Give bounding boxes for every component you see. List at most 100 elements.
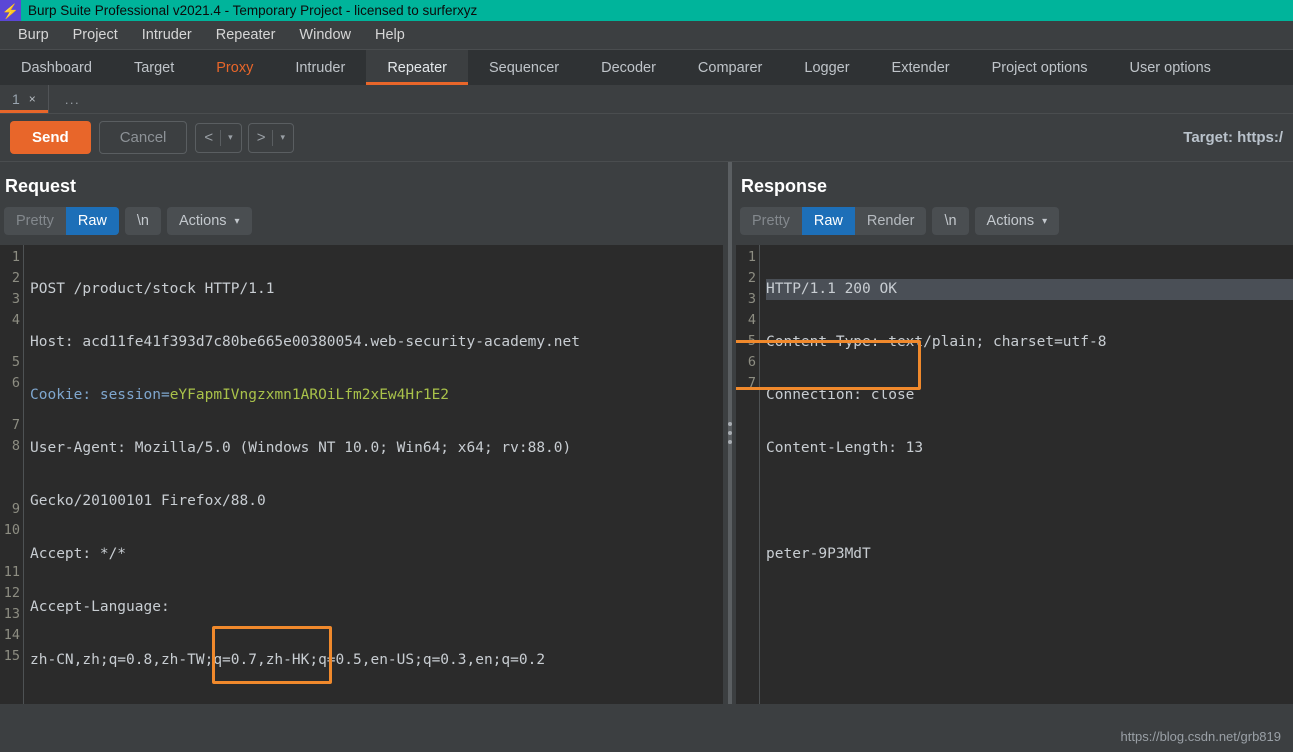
request-gutter: 1 2 3 4 5 6 7 8 9 10 11 12 bbox=[0, 245, 24, 704]
request-editor[interactable]: 1 2 3 4 5 6 7 8 9 10 11 12 bbox=[0, 245, 723, 704]
tab-dashboard[interactable]: Dashboard bbox=[0, 50, 113, 85]
chevron-down-icon[interactable]: ▾ bbox=[228, 132, 233, 143]
response-editor[interactable]: 1 2 3 4 5 6 7 HTTP/1.1 200 OK Content-Ty… bbox=[736, 245, 1293, 704]
tab-logger[interactable]: Logger bbox=[783, 50, 870, 85]
response-newline-button[interactable]: \n bbox=[932, 207, 968, 235]
request-line-6: Accept-Language: bbox=[30, 597, 723, 618]
tab-extender[interactable]: Extender bbox=[871, 50, 971, 85]
request-raw-button[interactable]: Raw bbox=[66, 207, 119, 235]
back-button[interactable]: < ▾ bbox=[195, 123, 241, 153]
request-view-toggle[interactable]: Pretty Raw bbox=[4, 207, 119, 235]
menu-item-project[interactable]: Project bbox=[61, 25, 130, 45]
line-number: 15 bbox=[0, 646, 23, 667]
response-line-6: peter-9P3MdT bbox=[766, 544, 1293, 565]
repeater-tab-1[interactable]: 1 × bbox=[0, 85, 49, 113]
request-line-4: User-Agent: Mozilla/5.0 (Windows NT 10.0… bbox=[30, 438, 723, 459]
line-number: 8 bbox=[0, 436, 23, 457]
request-controls: Pretty Raw \n Actions ▾ bbox=[0, 207, 723, 245]
response-controls: Pretty Raw Render \n Actions ▾ bbox=[736, 207, 1293, 245]
line-number: 10 bbox=[0, 520, 23, 541]
line-number: 7 bbox=[0, 415, 23, 436]
response-render-button[interactable]: Render bbox=[855, 207, 927, 235]
request-newline-button[interactable]: \n bbox=[125, 207, 161, 235]
request-line-6-cont: zh-CN,zh;q=0.8,zh-TW;q=0.7,zh-HK;q=0.5,e… bbox=[30, 650, 723, 671]
request-title: Request bbox=[0, 162, 723, 207]
line-number bbox=[0, 394, 23, 415]
lightning-bolt-icon: ⚡ bbox=[0, 0, 21, 21]
request-line-2: Host: acd11fe41f393d7c80be665e00380054.w… bbox=[30, 332, 723, 353]
splitter-handle[interactable] bbox=[728, 422, 732, 444]
line-number: 11 bbox=[0, 562, 23, 583]
panel-splitter[interactable] bbox=[723, 162, 736, 704]
response-code[interactable]: HTTP/1.1 200 OK Content-Type: text/plain… bbox=[760, 245, 1293, 704]
line-number: 4 bbox=[736, 310, 759, 331]
watermark: https://blog.csdn.net/grb819 bbox=[1121, 729, 1281, 744]
request-line-5: Accept: */* bbox=[30, 544, 723, 565]
menu-item-help[interactable]: Help bbox=[363, 25, 417, 45]
response-pretty-button[interactable]: Pretty bbox=[740, 207, 802, 235]
request-pretty-button[interactable]: Pretty bbox=[4, 207, 66, 235]
line-number: 3 bbox=[0, 289, 23, 310]
tab-user-options[interactable]: User options bbox=[1109, 50, 1232, 85]
line-number bbox=[0, 457, 23, 478]
repeater-tab-strip: 1 × ... bbox=[0, 85, 1293, 114]
main-tab-bar: Dashboard Target Proxy Intruder Repeater… bbox=[0, 49, 1293, 85]
request-code[interactable]: POST /product/stock HTTP/1.1 Host: acd11… bbox=[24, 245, 723, 704]
response-gutter: 1 2 3 4 5 6 7 bbox=[736, 245, 760, 704]
response-view-toggle[interactable]: Pretty Raw Render bbox=[740, 207, 926, 235]
tab-intruder[interactable]: Intruder bbox=[274, 50, 366, 85]
back-arrow-icon: < bbox=[204, 129, 213, 146]
send-button[interactable]: Send bbox=[10, 121, 91, 154]
request-actions-label: Actions bbox=[179, 213, 227, 229]
request-line-4-cont: Gecko/20100101 Firefox/88.0 bbox=[30, 491, 723, 512]
add-repeater-tab-button[interactable]: ... bbox=[49, 85, 96, 113]
cancel-button: Cancel bbox=[99, 121, 188, 154]
line-number: 2 bbox=[0, 268, 23, 289]
request-line-3: Cookie: session=eYFapmIVngzxmn1AROiLfm2x… bbox=[30, 385, 723, 406]
response-raw-button[interactable]: Raw bbox=[802, 207, 855, 235]
repeater-toolbar: Send Cancel < ▾ > ▾ Target: https:/ bbox=[0, 114, 1293, 162]
chevron-down-icon[interactable]: ▾ bbox=[280, 132, 285, 143]
tab-repeater[interactable]: Repeater bbox=[366, 50, 468, 85]
line-number: 4 bbox=[0, 310, 23, 331]
tab-proxy[interactable]: Proxy bbox=[195, 50, 274, 85]
response-line-5 bbox=[766, 491, 1293, 512]
line-number: 7 bbox=[736, 373, 759, 394]
window-title: Burp Suite Professional v2021.4 - Tempor… bbox=[21, 3, 477, 18]
divider bbox=[220, 130, 221, 146]
chevron-down-icon: ▾ bbox=[1042, 216, 1047, 227]
response-line-1: HTTP/1.1 200 OK bbox=[766, 279, 1293, 300]
request-actions-button[interactable]: Actions ▾ bbox=[167, 207, 252, 235]
line-number bbox=[0, 541, 23, 562]
response-line-4: Content-Length: 13 bbox=[766, 438, 1293, 459]
menu-item-window[interactable]: Window bbox=[287, 25, 363, 45]
response-actions-button[interactable]: Actions ▾ bbox=[975, 207, 1060, 235]
tab-sequencer[interactable]: Sequencer bbox=[468, 50, 580, 85]
line-number bbox=[0, 331, 23, 352]
forward-button[interactable]: > ▾ bbox=[248, 123, 294, 153]
menu-bar: Burp Project Intruder Repeater Window He… bbox=[0, 21, 1293, 49]
tab-comparer[interactable]: Comparer bbox=[677, 50, 783, 85]
menu-item-repeater[interactable]: Repeater bbox=[204, 25, 288, 45]
target-label: Target: https:/ bbox=[1183, 129, 1283, 146]
line-number: 9 bbox=[0, 499, 23, 520]
tab-project-options[interactable]: Project options bbox=[971, 50, 1109, 85]
close-icon[interactable]: × bbox=[29, 92, 36, 106]
menu-item-intruder[interactable]: Intruder bbox=[130, 25, 204, 45]
response-line-7 bbox=[766, 597, 1293, 618]
tab-decoder[interactable]: Decoder bbox=[580, 50, 677, 85]
line-number: 1 bbox=[736, 247, 759, 268]
tab-target[interactable]: Target bbox=[113, 50, 195, 85]
chevron-down-icon: ▾ bbox=[235, 216, 240, 227]
response-panel: Response Pretty Raw Render \n Actions ▾ … bbox=[736, 162, 1293, 704]
line-number: 6 bbox=[736, 352, 759, 373]
response-line-2: Content-Type: text/plain; charset=utf-8 bbox=[766, 332, 1293, 353]
request-panel: Request Pretty Raw \n Actions ▾ 1 2 3 4 bbox=[0, 162, 723, 704]
response-title: Response bbox=[736, 162, 1293, 207]
divider bbox=[272, 130, 273, 146]
menu-item-burp[interactable]: Burp bbox=[6, 25, 61, 45]
line-number: 2 bbox=[736, 268, 759, 289]
repeater-tab-number: 1 bbox=[12, 91, 20, 107]
line-number bbox=[0, 478, 23, 499]
line-number: 1 bbox=[0, 247, 23, 268]
